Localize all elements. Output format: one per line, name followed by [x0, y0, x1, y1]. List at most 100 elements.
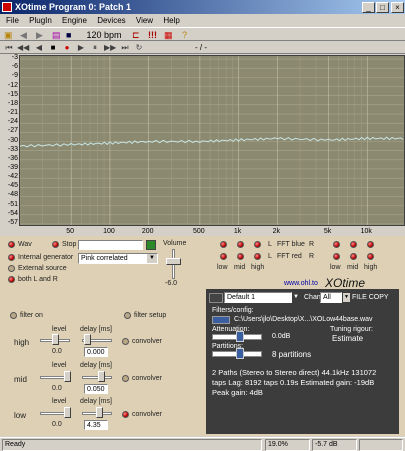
status-bar: Ready 19.0% -5.7 dB: [0, 437, 405, 451]
wav-label: Wav: [18, 241, 32, 248]
stop-label: Stop: [62, 241, 77, 248]
preset-select[interactable]: Default 1: [224, 292, 292, 303]
low-level-slider[interactable]: [64, 407, 71, 418]
fft-mid-label-2: mid: [347, 264, 359, 271]
x-tick-label: 1k: [233, 228, 242, 235]
fft-blue-r-label: R: [309, 241, 315, 248]
loop-icon[interactable]: ↻: [134, 42, 144, 53]
both-lr-checkbox[interactable]: [8, 276, 15, 283]
y-tick-label: -51: [7, 200, 18, 208]
fft-blue-l-dot[interactable]: [220, 241, 227, 248]
fft-red-high2-dot[interactable]: [367, 253, 374, 260]
fft-red-low2-dot[interactable]: [333, 253, 340, 260]
partitions-knob[interactable]: [236, 348, 244, 359]
fft-blue-label: FFT blue: [277, 241, 305, 248]
mid-level-slider[interactable]: [64, 371, 71, 382]
menu-engine[interactable]: Engine: [62, 16, 87, 25]
y-tick-label: -27: [7, 127, 18, 135]
open-folder-icon[interactable]: ▣: [4, 29, 13, 41]
wav-file-input[interactable]: [78, 240, 143, 250]
low-delay-input[interactable]: 4.35: [84, 420, 108, 430]
fft-low-label: low: [217, 264, 228, 271]
low-convolver-radio[interactable]: [122, 411, 129, 418]
y-tick-label: -21: [7, 109, 18, 117]
fft-blue-high-dot[interactable]: [367, 241, 374, 248]
preset-value: Default 1: [227, 294, 256, 301]
fast-forward-icon[interactable]: ▶▶: [104, 42, 116, 53]
save-icon[interactable]: ■: [66, 29, 71, 41]
menu-help[interactable]: Help: [163, 16, 179, 25]
toolbar: ▣ ◀ ▶ ▤ ■ 120 bpm ⊏ !!! ▦ ?: [0, 27, 405, 41]
forward-arrow-icon[interactable]: ▶: [36, 29, 43, 41]
fft-red-mid2-dot[interactable]: [350, 253, 357, 260]
fft-blue-r-dot[interactable]: [254, 241, 261, 248]
play-back-icon[interactable]: ◀: [34, 42, 44, 53]
low-delay-label: delay [ms]: [80, 398, 112, 405]
volume-slider[interactable]: [166, 258, 181, 265]
tuning-value[interactable]: Estimate: [332, 334, 363, 343]
y-tick-label: -12: [7, 81, 18, 89]
spectrum-plot: [20, 56, 404, 225]
fft-red-low-dot[interactable]: [220, 253, 227, 260]
low-convolver-label: convolver: [132, 411, 162, 418]
reset-button[interactable]: !!!: [148, 29, 157, 41]
minimize-button[interactable]: _: [362, 2, 375, 13]
fft-blue-mid2-dot[interactable]: [350, 241, 357, 248]
fft-red-mid-dot[interactable]: [237, 253, 244, 260]
high-delay-input[interactable]: 0.000: [84, 347, 108, 357]
mid-delay-slider[interactable]: [98, 371, 105, 382]
filter-on-radio[interactable]: [10, 312, 17, 319]
mid-level-label: level: [52, 362, 67, 369]
menu-file[interactable]: File: [6, 16, 19, 25]
menu-view[interactable]: View: [136, 16, 153, 25]
back-arrow-icon[interactable]: ◀: [20, 29, 27, 41]
wav-radio[interactable]: [8, 241, 15, 248]
play-icon[interactable]: ▶: [76, 42, 86, 53]
eject-icon[interactable]: [209, 293, 223, 303]
internal-generator-radio[interactable]: [8, 254, 15, 261]
info-line-3: Peak gain: 4dB: [212, 388, 263, 397]
browse-file-icon[interactable]: [146, 240, 156, 250]
fft-blue-low-dot[interactable]: [333, 241, 340, 248]
fft-blue-mid-dot[interactable]: [237, 241, 244, 248]
external-source-radio[interactable]: [8, 265, 15, 272]
menu-devices[interactable]: Devices: [97, 16, 125, 25]
open-file-icon[interactable]: ▤: [52, 29, 61, 41]
website-link[interactable]: www.ohl.to: [284, 280, 318, 287]
help-icon[interactable]: ?: [182, 29, 187, 41]
bpm-display[interactable]: 120 bpm: [84, 29, 124, 41]
file-browse-icon[interactable]: [212, 316, 230, 324]
rewind-icon[interactable]: ◀◀: [17, 42, 29, 53]
filter-file-path: C:\Users\jlo\Desktop\X...\XOLow44base.wa…: [234, 316, 373, 323]
high-level-slider[interactable]: [52, 334, 59, 345]
chevron-down-icon[interactable]: ▼: [147, 254, 157, 263]
file-copy-button[interactable]: FILE COPY: [352, 294, 389, 301]
y-tick-label: -54: [7, 209, 18, 217]
record-dot-icon[interactable]: ●: [62, 42, 72, 53]
chan-dropdown-icon[interactable]: ▼: [343, 293, 350, 302]
chevron-down-icon[interactable]: ▼: [293, 294, 299, 300]
high-delay-slider[interactable]: [84, 334, 91, 345]
mid-convolver-radio[interactable]: [122, 375, 129, 382]
status-level: -5.7 dB: [312, 439, 357, 451]
stop-radio[interactable]: [52, 241, 59, 248]
mid-level-value: 0.0: [52, 385, 62, 392]
pause-icon[interactable]: ⏸: [90, 42, 100, 53]
fft-red-high-dot[interactable]: [254, 253, 261, 260]
low-delay-slider[interactable]: [96, 407, 103, 418]
high-convolver-radio[interactable]: [122, 338, 129, 345]
rewind-start-icon[interactable]: ⏮: [4, 42, 14, 53]
menu-plugin[interactable]: PlugIn: [29, 16, 52, 25]
maximize-button[interactable]: □: [376, 2, 389, 13]
noise-type-select[interactable]: Pink correlated ▼: [78, 253, 158, 264]
metronome-icon[interactable]: ⊏: [132, 29, 140, 41]
chan-select[interactable]: All: [320, 292, 342, 303]
filter-setup-radio[interactable]: [124, 312, 131, 319]
y-tick-label: -39: [7, 163, 18, 171]
skip-end-icon[interactable]: ⏭: [120, 42, 130, 53]
record-icon[interactable]: ▦: [164, 29, 173, 41]
close-button[interactable]: ×: [391, 2, 404, 13]
attenuation-knob[interactable]: [236, 331, 244, 342]
mid-delay-input[interactable]: 0.050: [84, 384, 108, 394]
stop-icon[interactable]: ■: [48, 42, 58, 53]
